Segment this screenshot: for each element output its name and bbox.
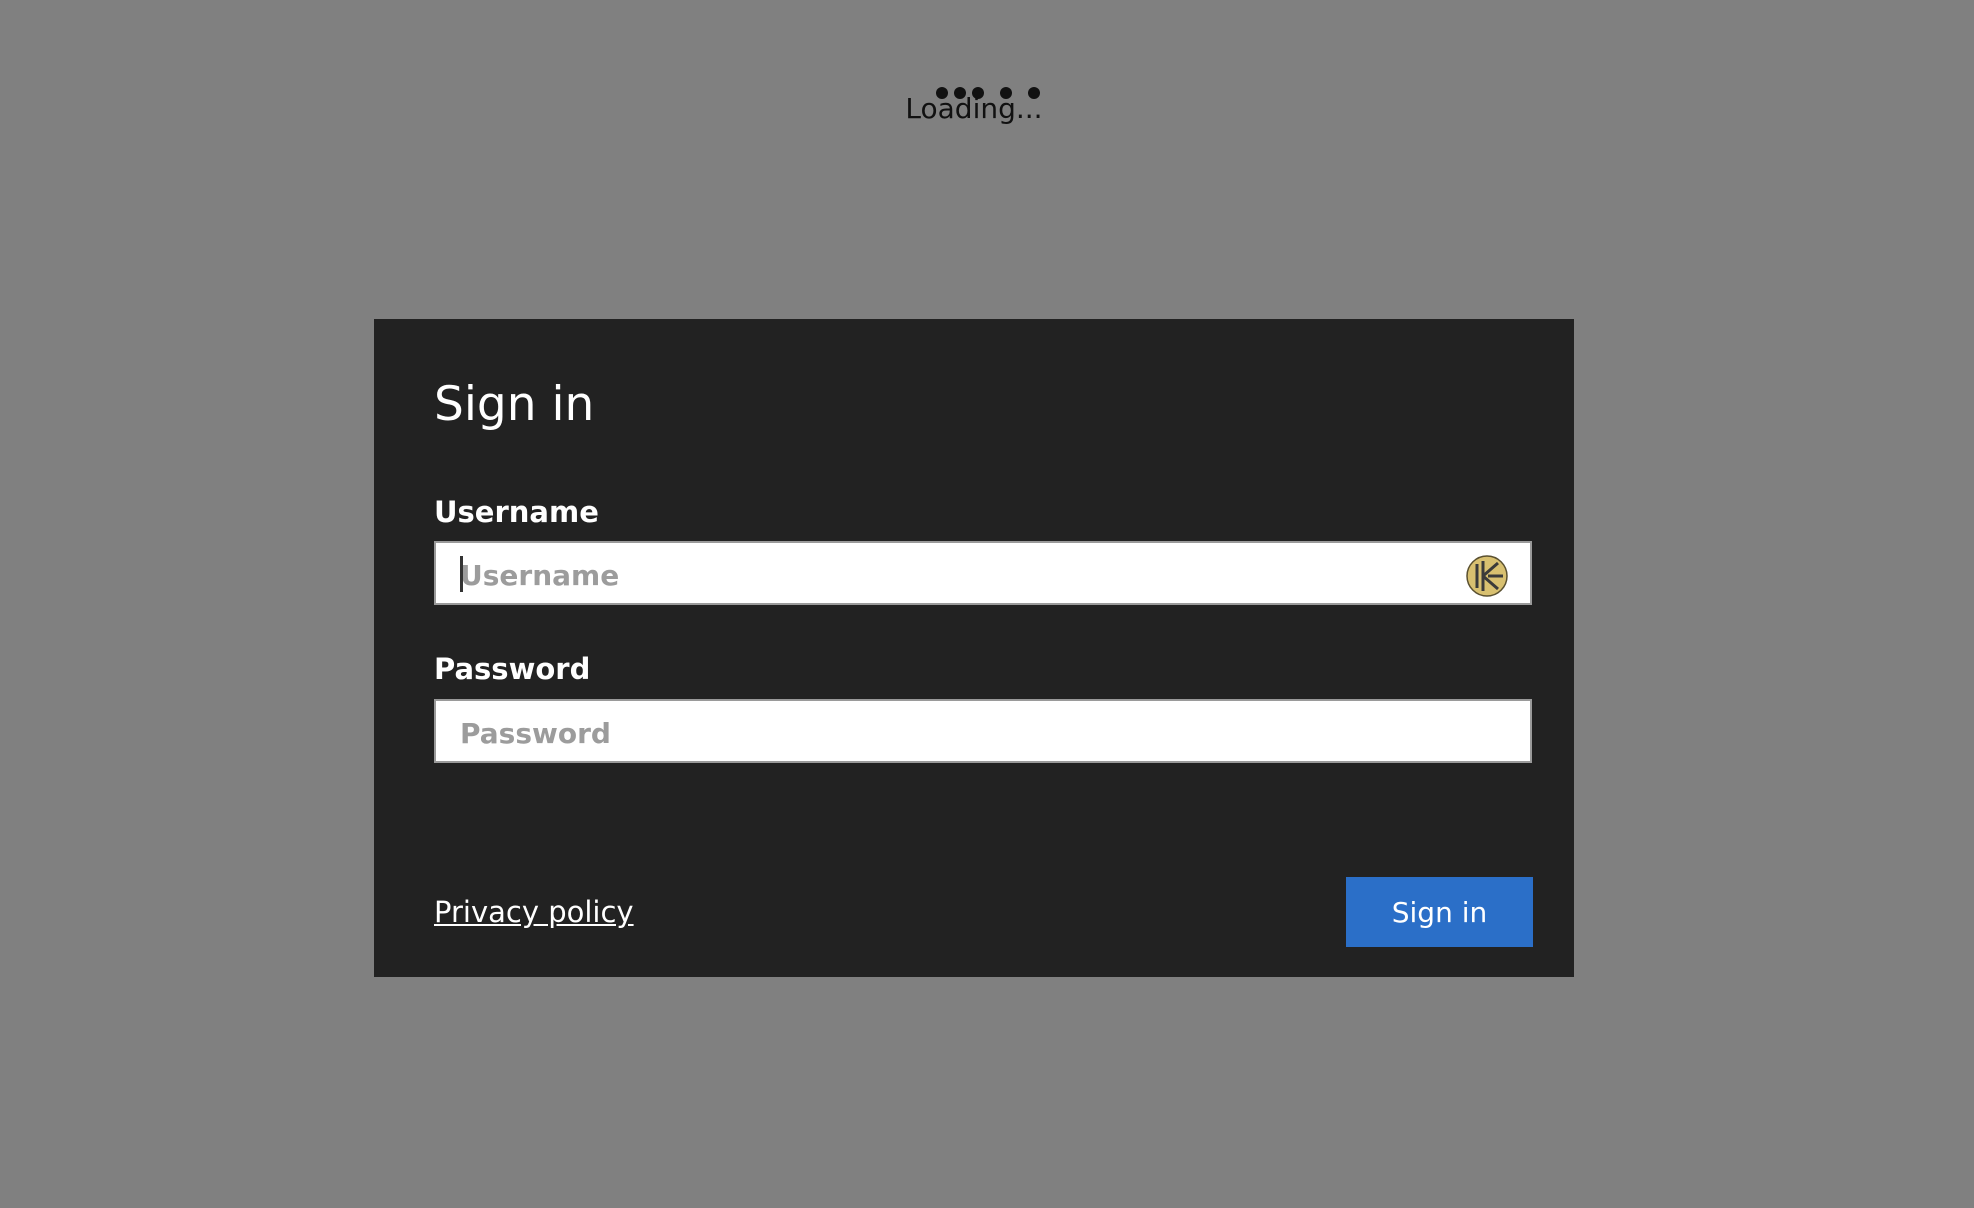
keeper-icon[interactable] bbox=[1466, 555, 1508, 597]
loading-text: Loading... bbox=[905, 92, 1043, 125]
dialog-title: Sign in bbox=[434, 377, 595, 432]
text-caret bbox=[460, 556, 463, 592]
sign-in-button[interactable]: Sign in bbox=[1346, 877, 1533, 947]
password-label: Password bbox=[434, 652, 591, 686]
password-input[interactable]: Password bbox=[434, 699, 1532, 763]
username-label: Username bbox=[434, 495, 599, 529]
sign-in-dialog: Sign in Username Username Password Passw… bbox=[374, 319, 1574, 977]
password-placeholder: Password bbox=[460, 717, 611, 750]
loading-indicator: Loading... bbox=[0, 82, 1974, 132]
username-placeholder: Username bbox=[460, 559, 620, 592]
privacy-policy-link[interactable]: Privacy policy bbox=[434, 895, 634, 929]
username-input[interactable]: Username bbox=[434, 541, 1532, 605]
